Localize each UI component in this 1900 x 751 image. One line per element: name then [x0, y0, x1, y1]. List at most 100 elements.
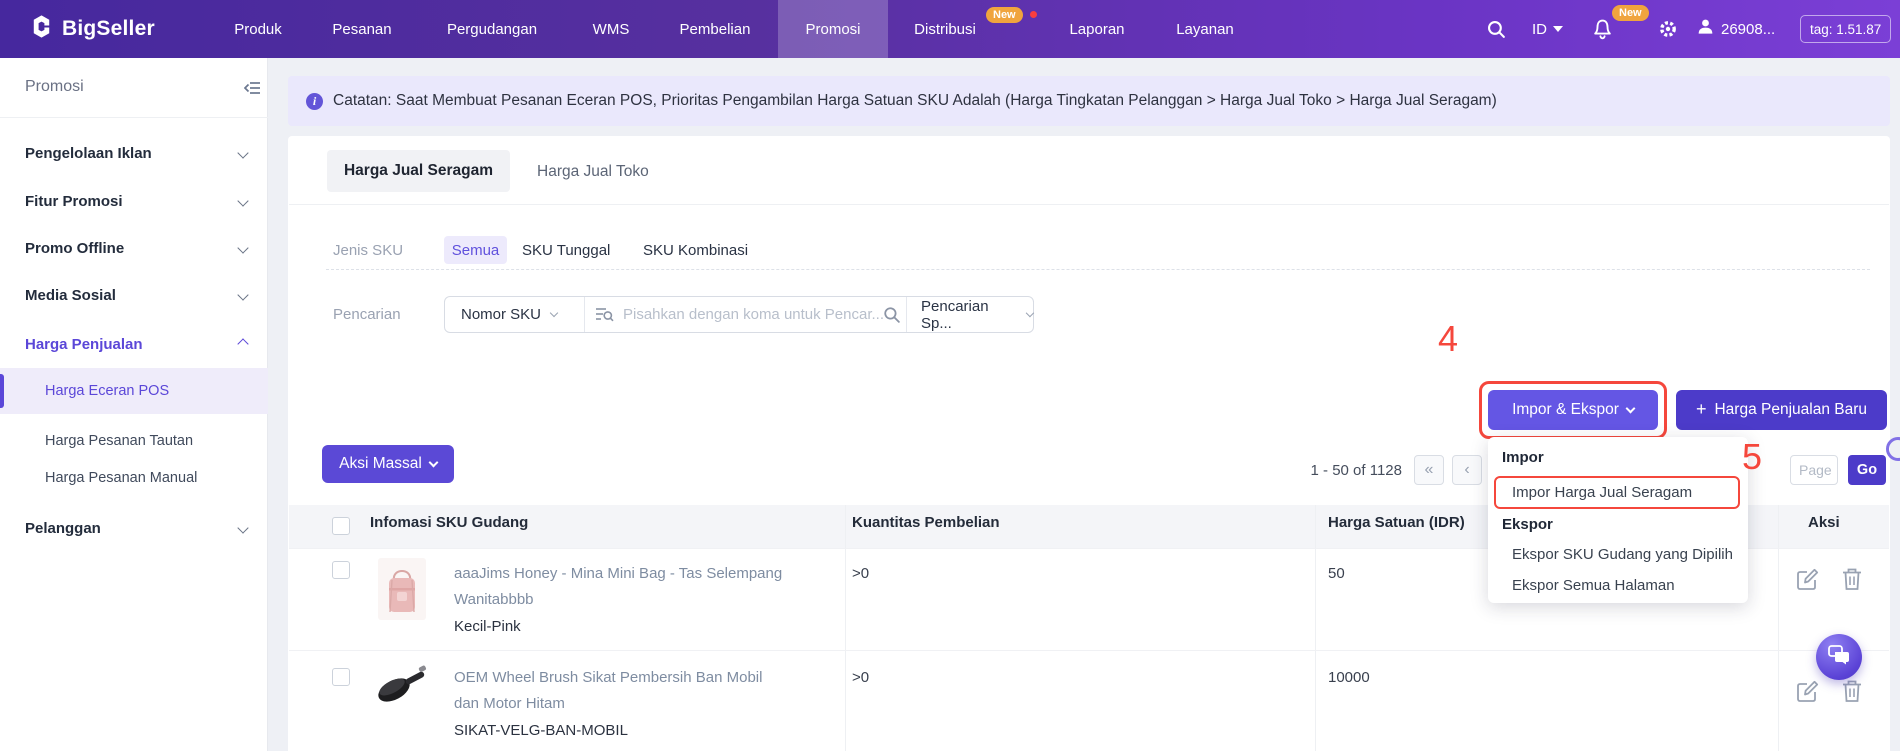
- tab-harga-jual-toko[interactable]: Harga Jual Toko: [537, 163, 649, 181]
- list-search-icon: [595, 306, 614, 328]
- nav-item-laporan[interactable]: Laporan: [1069, 0, 1124, 58]
- product-sku: SIKAT-VELG-BAN-MOBIL: [454, 722, 628, 739]
- magnifier-icon[interactable]: [883, 306, 901, 329]
- nav-item-produk[interactable]: Produk: [234, 0, 282, 58]
- row-checkbox[interactable]: [332, 668, 350, 686]
- sidebar-item-pengelolaan-iklan[interactable]: Pengelolaan Iklan: [25, 141, 247, 165]
- dropdown-item-ekspor-semua-halaman[interactable]: Ekspor Semua Halaman: [1512, 577, 1675, 594]
- note-text: Catatan: Saat Membuat Pesanan Eceran POS…: [333, 92, 1497, 110]
- info-icon: i: [306, 93, 323, 110]
- qty-cell: >0: [852, 565, 869, 582]
- nav-item-pesanan[interactable]: Pesanan: [332, 0, 391, 58]
- header-sku-info: Infomasi SKU Gudang: [370, 514, 528, 531]
- product-title-link[interactable]: OEM Wheel Brush Sikat Pembersih Ban Mobi…: [454, 665, 784, 717]
- nav-item-pergudangan[interactable]: Pergudangan: [447, 0, 537, 58]
- brand-logo[interactable]: BigSeller: [28, 0, 155, 58]
- chevron-down-icon: [428, 457, 438, 467]
- filter-dashed-divider: [326, 269, 1870, 270]
- sidebar: Promosi Pengelolaan Iklan Fitur Promosi …: [0, 58, 268, 751]
- bigseller-app: BigSeller Produk Pesanan Pergudangan WMS…: [0, 0, 1900, 751]
- search-icon[interactable]: [1486, 19, 1507, 45]
- chat-icon: [1827, 644, 1851, 671]
- version-tag: tag: 1.51.87: [1800, 15, 1891, 43]
- sidebar-item-promo-offline[interactable]: Promo Offline: [25, 236, 247, 260]
- header-harga-satuan: Harga Satuan (IDR): [1328, 514, 1465, 531]
- row-checkbox[interactable]: [332, 561, 350, 579]
- caret-down-icon: [1553, 26, 1563, 32]
- delete-icon[interactable]: [1840, 678, 1864, 709]
- product-title-link[interactable]: aaaJims Honey - Mina Mini Bag - Tas Sele…: [454, 561, 784, 613]
- sidebar-subitem-harga-pesanan-tautan[interactable]: Harga Pesanan Tautan: [45, 433, 193, 449]
- qty-cell: >0: [852, 669, 869, 686]
- select-all-checkbox[interactable]: [332, 517, 350, 535]
- chat-widget-button[interactable]: [1816, 634, 1862, 680]
- sidebar-divider: [0, 117, 268, 118]
- product-sku: Kecil-Pink: [454, 618, 521, 635]
- tabs-divider: [289, 204, 1889, 205]
- tab-harga-jual-seragam[interactable]: Harga Jual Seragam: [327, 150, 510, 192]
- account-id: 26908...: [1721, 21, 1775, 38]
- nav-item-wms[interactable]: WMS: [593, 0, 630, 58]
- sidebar-subitem-harga-pesanan-manual[interactable]: Harga Pesanan Manual: [45, 470, 197, 486]
- nav-item-layanan[interactable]: Layanan: [1176, 0, 1234, 58]
- nav-item-distribusi[interactable]: Distribusi: [914, 0, 976, 58]
- top-navbar: BigSeller Produk Pesanan Pergudangan WMS…: [0, 0, 1900, 58]
- bell-icon[interactable]: [1592, 18, 1613, 46]
- pagination-prev-button[interactable]: ‹: [1452, 455, 1482, 485]
- column-divider: [1315, 505, 1316, 751]
- search-group: Nomor SKU Pisahkan dengan koma untuk Pen…: [444, 296, 1034, 333]
- gear-icon[interactable]: [1658, 19, 1678, 44]
- edit-icon[interactable]: [1794, 678, 1820, 709]
- jenis-option-sku-tunggal[interactable]: SKU Tunggal: [522, 242, 610, 259]
- chevron-down-icon: [237, 195, 248, 206]
- import-export-button[interactable]: Impor & Ekspor: [1488, 390, 1658, 430]
- sidebar-item-pelanggan[interactable]: Pelanggan: [25, 516, 247, 540]
- go-button[interactable]: Go: [1848, 455, 1886, 485]
- chevron-up-icon: [237, 338, 248, 349]
- chevron-down-icon: [237, 147, 248, 158]
- price-cell: 50: [1328, 565, 1345, 582]
- dropdown-import-header: Impor: [1502, 449, 1544, 466]
- column-divider: [845, 505, 846, 751]
- sidebar-item-fitur-promosi[interactable]: Fitur Promosi: [25, 189, 247, 213]
- product-image-pink-bag: [378, 558, 426, 625]
- annotation-step-4: 4: [1438, 318, 1458, 360]
- sidebar-collapse-icon[interactable]: [244, 81, 261, 100]
- new-price-button[interactable]: + Harga Penjualan Baru: [1676, 390, 1887, 430]
- search-input[interactable]: Pisahkan dengan koma untuk Pencar...: [623, 306, 884, 323]
- pencarian-label: Pencarian: [333, 306, 401, 323]
- language-selector[interactable]: ID: [1532, 0, 1563, 58]
- jenis-option-semua[interactable]: Semua: [444, 236, 507, 264]
- sidebar-item-harga-penjualan[interactable]: Harga Penjualan: [25, 332, 247, 356]
- header-kuantitas: Kuantitas Pembelian: [852, 514, 1000, 531]
- nav-item-promosi[interactable]: Promosi: [805, 0, 860, 58]
- account-menu[interactable]: 26908...: [1696, 0, 1775, 58]
- page-number-input[interactable]: Page: [1790, 455, 1838, 485]
- delete-icon[interactable]: [1840, 566, 1864, 597]
- search-type-value: Nomor SKU: [461, 306, 541, 323]
- jenis-option-sku-kombinasi[interactable]: SKU Kombinasi: [643, 242, 748, 259]
- dropdown-export-header: Ekspor: [1502, 516, 1553, 533]
- chevron-down-icon: [237, 522, 248, 533]
- nav-item-pembelian[interactable]: Pembelian: [680, 0, 751, 58]
- chevron-down-icon: [1026, 309, 1034, 317]
- chevron-down-icon: [237, 289, 248, 300]
- special-search-select[interactable]: Pencarian Sp...: [921, 297, 1033, 332]
- chevron-down-icon: [1625, 403, 1635, 413]
- sidebar-item-media-sosial[interactable]: Media Sosial: [25, 283, 247, 307]
- bulk-action-button[interactable]: Aksi Massal: [322, 445, 454, 483]
- search-type-select[interactable]: Nomor SKU: [461, 297, 557, 332]
- annotation-step-5: 5: [1742, 436, 1762, 478]
- chevron-down-icon: [237, 242, 248, 253]
- pagination-first-button[interactable]: «: [1414, 455, 1444, 485]
- header-aksi: Aksi: [1808, 514, 1840, 531]
- note-banner: i Catatan: Saat Membuat Pesanan Eceran P…: [288, 76, 1890, 126]
- edit-icon[interactable]: [1794, 566, 1820, 597]
- sidebar-subitem-harga-eceran-pos[interactable]: Harga Eceran POS: [45, 383, 169, 399]
- user-icon: [1696, 17, 1715, 41]
- annotation-box-import-item: [1494, 476, 1740, 509]
- bell-new-badge: New: [1612, 5, 1649, 21]
- sidebar-title: Promosi: [25, 78, 84, 96]
- dropdown-item-ekspor-sku-dipilih[interactable]: Ekspor SKU Gudang yang Dipilih: [1512, 546, 1733, 563]
- separator: [906, 297, 907, 332]
